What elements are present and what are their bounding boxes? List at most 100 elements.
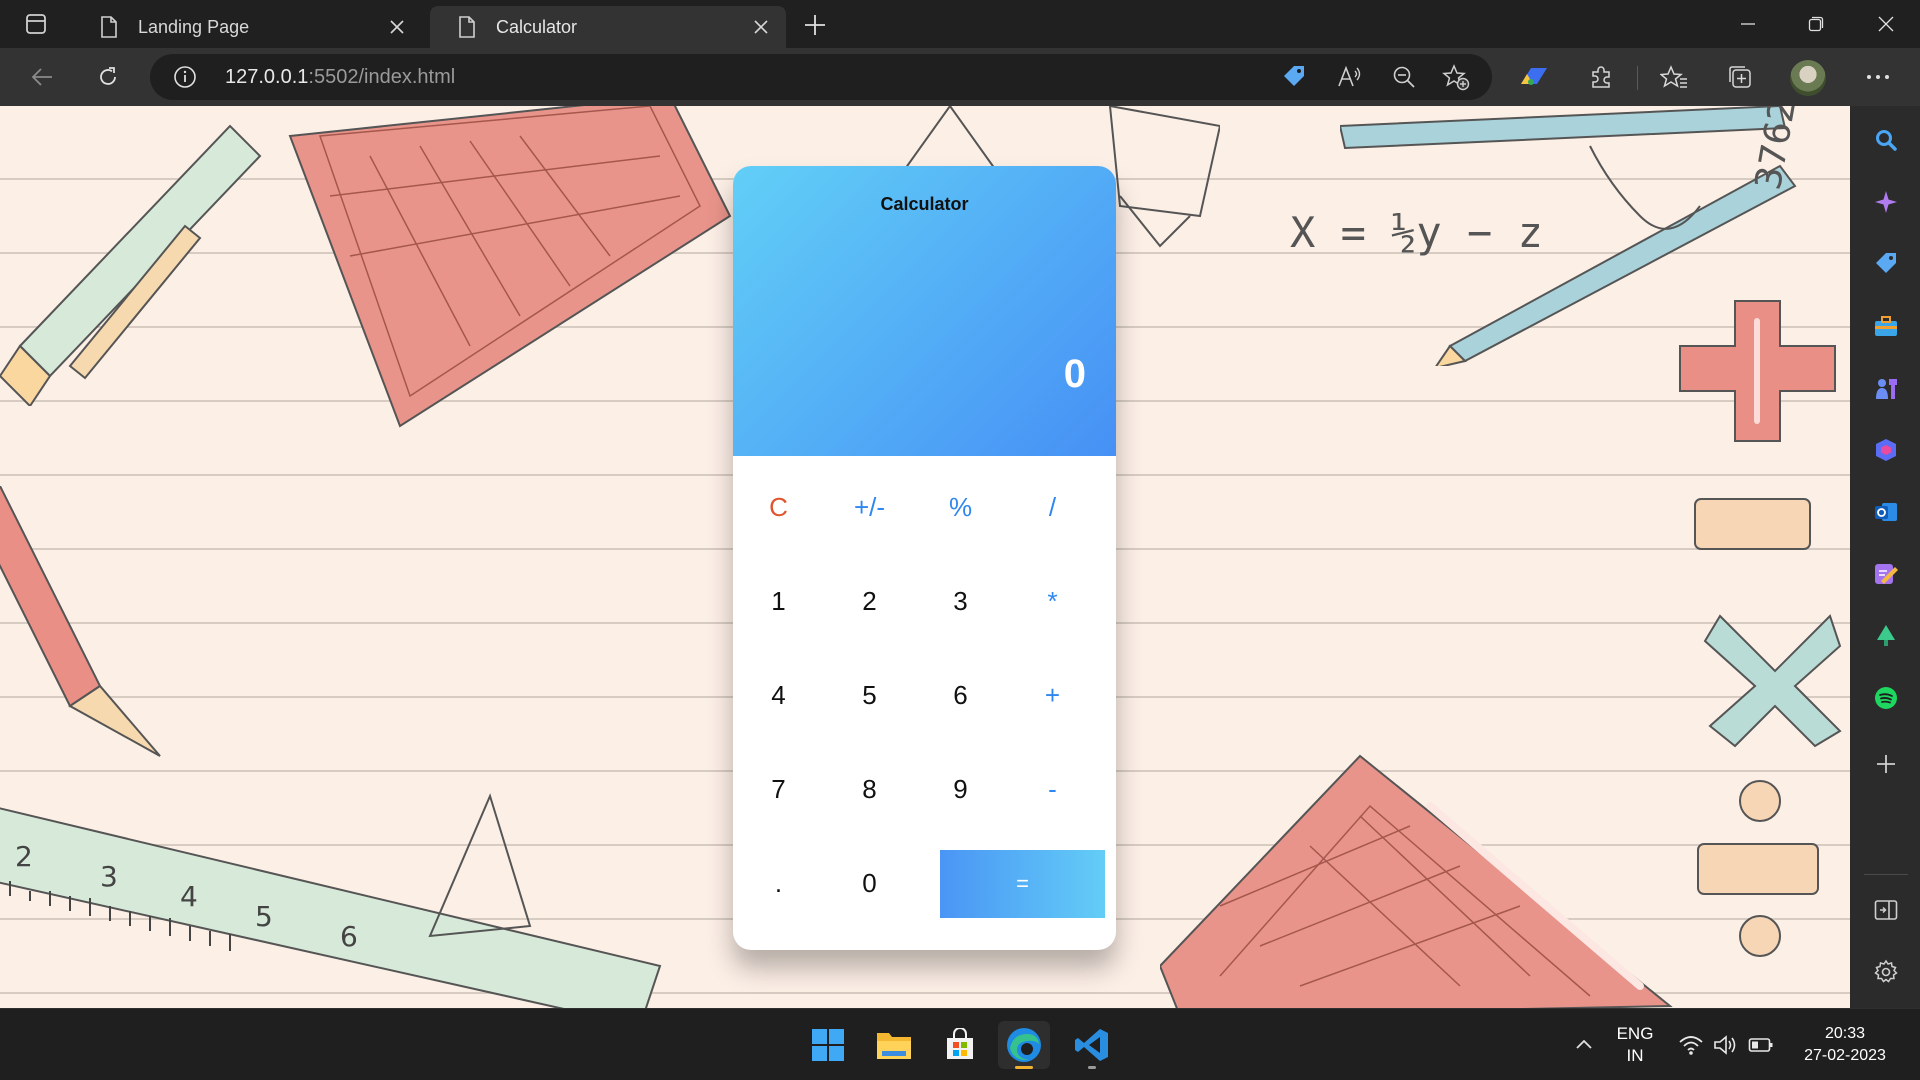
triangle-illustration: [428, 793, 532, 938]
read-aloud-icon[interactable]: [1335, 63, 1363, 91]
ruler-illustration: 2 3 4 5 6: [0, 807, 662, 1008]
more-menu-icon[interactable]: [1858, 57, 1898, 97]
back-icon[interactable]: [22, 57, 62, 97]
decimal-button[interactable]: .: [733, 848, 824, 918]
add-favorite-icon[interactable]: [1442, 63, 1470, 91]
digit-8-button[interactable]: 8: [824, 754, 915, 824]
digit-4-button[interactable]: 4: [733, 660, 824, 730]
calculator-card: Calculator 0 C +/- % / 1 2 3 * 4 5 6 + 7…: [733, 166, 1116, 950]
copilot-icon[interactable]: [1870, 186, 1902, 218]
close-tab-icon[interactable]: [386, 16, 408, 38]
clock-date: 27-02-2023: [1804, 1047, 1886, 1064]
digit-3-button[interactable]: 3: [915, 566, 1006, 636]
calculator-display: Calculator 0: [733, 166, 1116, 456]
outlook-icon[interactable]: [1870, 496, 1902, 528]
svg-text:2: 2: [15, 840, 33, 873]
spotify-icon[interactable]: [1870, 682, 1902, 714]
collections-icon[interactable]: [1720, 57, 1760, 97]
restore-icon[interactable]: [1782, 0, 1850, 48]
extensions-icon[interactable]: [1581, 57, 1621, 97]
running-indicator: [1088, 1066, 1096, 1069]
minus-sign-illustration: [1694, 498, 1811, 550]
tools-icon[interactable]: [1870, 310, 1902, 342]
sidebar-divider: [1864, 874, 1908, 875]
chevron-up-icon[interactable]: [1572, 1033, 1596, 1057]
clear-button[interactable]: C: [733, 472, 824, 542]
notebook-illustration-bottom: [1160, 754, 1673, 1008]
new-tab-icon[interactable]: [800, 10, 830, 40]
favorites-icon[interactable]: [1654, 57, 1694, 97]
refresh-icon[interactable]: [88, 57, 128, 97]
designer-icon[interactable]: [1870, 558, 1902, 590]
calculator-title: Calculator: [880, 194, 969, 214]
clock-time: 20:33: [1824, 1025, 1866, 1042]
multiply-sign-illustration: [1703, 614, 1842, 748]
add-icon[interactable]: [1870, 748, 1902, 780]
input-language[interactable]: ENG IN: [1612, 1023, 1658, 1067]
url-path: :5502/index.html: [308, 66, 456, 88]
clock[interactable]: 20:33 27-02-2023: [1790, 1023, 1900, 1067]
url-host: 127.0.0.1: [225, 66, 309, 88]
divide-button[interactable]: /: [1007, 472, 1098, 542]
tab-calculator[interactable]: Calculator: [430, 6, 786, 48]
toolbar-divider: [1637, 66, 1638, 90]
games-icon[interactable]: [1870, 372, 1902, 404]
site-info-icon[interactable]: [172, 64, 198, 90]
digit-5-button[interactable]: 5: [824, 660, 915, 730]
browser-toolbar: 127.0.0.1:5502/index.html: [0, 48, 1920, 106]
edge-sidebar: [1850, 106, 1920, 1008]
divide-sign-illustration: [1697, 780, 1819, 957]
page-icon: [459, 16, 475, 38]
vscode-icon[interactable]: [1066, 1021, 1118, 1069]
add-button[interactable]: +: [1007, 660, 1098, 730]
browser-tab-bar: Landing Page Calculator: [0, 0, 1920, 48]
windows-start-icon[interactable]: [802, 1021, 854, 1069]
tab-landing-page[interactable]: Landing Page: [72, 6, 422, 48]
digit-0-button[interactable]: 0: [824, 848, 915, 918]
page-viewport: X = ½y − z 3762 2 3 4 5 6 Calculator 0 C…: [0, 106, 1850, 1008]
shopping-tag-icon[interactable]: [1280, 63, 1308, 91]
tab-actions-icon[interactable]: [10, 8, 62, 40]
close-tab-icon[interactable]: [750, 16, 772, 38]
battery-icon[interactable]: [1748, 1035, 1774, 1055]
svg-text:4: 4: [180, 880, 198, 913]
profile-avatar[interactable]: [1790, 60, 1826, 96]
digit-1-button[interactable]: 1: [733, 566, 824, 636]
equals-button[interactable]: =: [940, 850, 1105, 918]
address-bar[interactable]: 127.0.0.1:5502/index.html: [150, 54, 1492, 100]
file-explorer-icon[interactable]: [868, 1021, 920, 1069]
pencil-illustration: [0, 124, 262, 406]
search-icon[interactable]: [1870, 124, 1902, 156]
minimize-icon[interactable]: [1714, 0, 1782, 48]
tree-icon[interactable]: [1870, 620, 1902, 652]
url-text: 127.0.0.1:5502/index.html: [225, 66, 455, 89]
svg-text:3: 3: [100, 860, 118, 893]
microsoft-store-icon[interactable]: [934, 1021, 986, 1069]
percent-button[interactable]: %: [915, 472, 1006, 542]
edge-icon[interactable]: [998, 1021, 1050, 1069]
digit-6-button[interactable]: 6: [915, 660, 1006, 730]
notebook-illustration: [288, 106, 732, 428]
digit-2-button[interactable]: 2: [824, 566, 915, 636]
svg-text:5: 5: [255, 900, 273, 933]
volume-icon[interactable]: [1712, 1033, 1738, 1057]
plus-sign-illustration: [1679, 300, 1836, 442]
close-window-icon[interactable]: [1852, 0, 1920, 48]
subtract-button[interactable]: -: [1007, 754, 1098, 824]
display-value: 0: [1063, 352, 1086, 396]
page-icon: [101, 16, 117, 38]
shopping-tag-icon[interactable]: [1870, 248, 1902, 280]
wifi-icon[interactable]: [1678, 1033, 1704, 1057]
keypad: C +/- % / 1 2 3 * 4 5 6 + 7 8 9 - . 0 =: [733, 456, 1116, 950]
digit-9-button[interactable]: 9: [915, 754, 1006, 824]
multiply-button[interactable]: *: [1007, 566, 1098, 636]
settings-icon[interactable]: [1870, 956, 1902, 988]
tab-title: Landing Page: [138, 16, 250, 37]
sign-toggle-button[interactable]: +/-: [824, 472, 915, 542]
split-screen-icon[interactable]: [1870, 894, 1902, 926]
digit-7-button[interactable]: 7: [733, 754, 824, 824]
zoom-out-icon[interactable]: [1390, 63, 1418, 91]
language-code: ENG: [1616, 1024, 1654, 1043]
extension-drive-icon[interactable]: [1514, 57, 1554, 97]
office-icon[interactable]: [1870, 434, 1902, 466]
